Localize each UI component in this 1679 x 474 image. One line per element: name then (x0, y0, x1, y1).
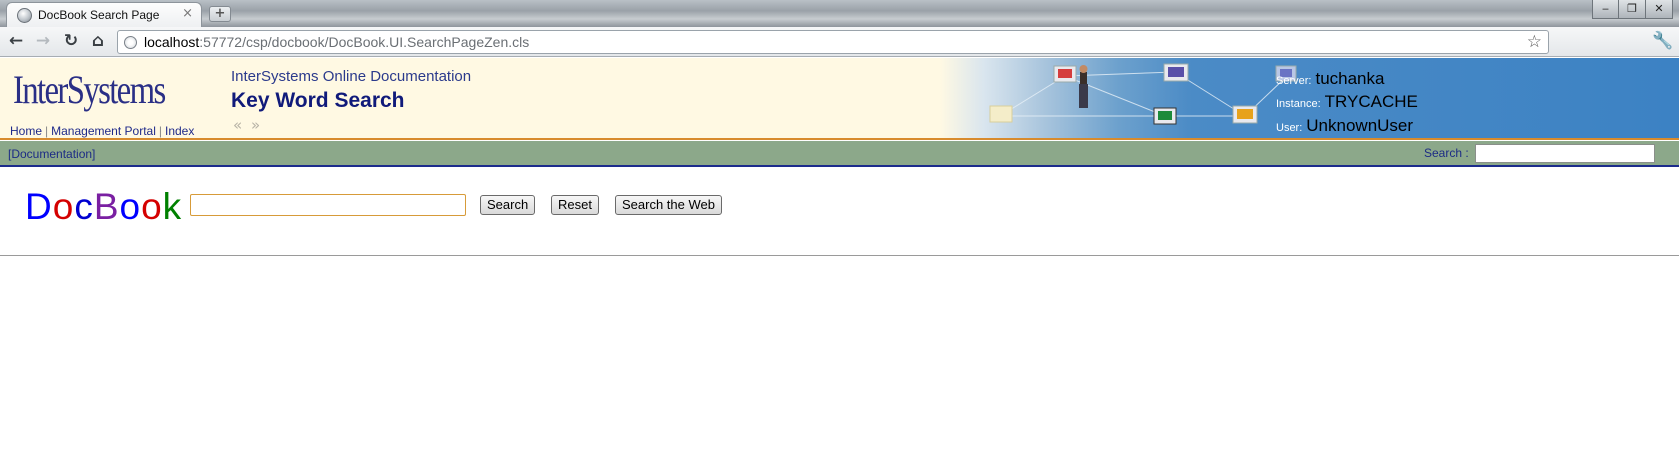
home-button[interactable]: ⌂ (87, 31, 109, 53)
user-info: User: UnknownUser (1276, 116, 1413, 136)
docbook-letter: c (74, 186, 94, 227)
management-portal-link[interactable]: Management Portal (51, 124, 156, 138)
home-link[interactable]: Home (10, 124, 42, 138)
header-links: Home | Management Portal | Index (10, 124, 195, 138)
page-header: InterSystems Home | Management Portal | Inde… (0, 58, 1679, 140)
window-controls: ‒ ❐ ✕ (1592, 0, 1673, 19)
server-label: Server: (1276, 75, 1312, 87)
docbook-letter: k (162, 186, 183, 227)
browser-tab[interactable]: DocBook Search Page × (6, 2, 202, 27)
reset-button[interactable]: Reset (551, 195, 599, 215)
tab-close-icon[interactable]: × (182, 6, 193, 21)
intersystems-logo: InterSystems (13, 67, 166, 112)
quick-search-label: Search : (1424, 146, 1469, 160)
docbook-letter: B (93, 186, 120, 227)
new-tab-button[interactable]: + (209, 6, 231, 22)
locator-bar: [Documentation] Search : (0, 141, 1679, 167)
instance-info: Instance: TRYCACHE (1276, 92, 1418, 112)
server-info: Server: tuchanka (1276, 69, 1384, 89)
docbook-letter: o (52, 186, 75, 227)
user-label: User: (1276, 122, 1303, 134)
bookmark-star-icon[interactable]: ☆ (1527, 32, 1542, 52)
docbook-letter: o (141, 186, 163, 227)
browser-toolbar: ← → ↻ ⌂ localhost:57772/csp/docbook/DocB… (0, 27, 1679, 57)
server-value: tuchanka (1315, 69, 1385, 88)
instance-value: TRYCACHE (1324, 92, 1418, 111)
back-button[interactable]: ← (5, 31, 27, 53)
user-value: UnknownUser (1306, 116, 1414, 135)
quick-search-input[interactable] (1475, 144, 1655, 163)
search-web-button[interactable]: Search the Web (615, 195, 722, 215)
wrench-menu-icon[interactable]: 🔧 (1652, 31, 1673, 51)
index-link[interactable]: Index (165, 124, 194, 138)
browser-titlebar: DocBook Search Page × + ‒ ❐ ✕ (0, 0, 1679, 27)
keyword-search-input[interactable] (190, 194, 466, 216)
address-url[interactable]: localhost:57772/csp/docbook/DocBook.UI.S… (144, 34, 529, 50)
docbook-letter: D (25, 186, 53, 227)
docbook-letter: o (119, 186, 142, 227)
maximize-button[interactable]: ❐ (1619, 0, 1646, 19)
reload-button[interactable]: ↻ (60, 31, 82, 53)
page-title: Key Word Search (231, 89, 405, 112)
search-button[interactable]: Search (480, 195, 536, 215)
tab-title: DocBook Search Page (38, 8, 160, 22)
documentation-link[interactable]: [Documentation] (8, 147, 95, 161)
docbook-logo: DocBook (25, 186, 182, 228)
minimize-button[interactable]: ‒ (1592, 0, 1619, 19)
close-window-button[interactable]: ✕ (1646, 0, 1673, 19)
content-divider (0, 255, 1679, 256)
history-arrows[interactable]: « » (233, 116, 262, 134)
forward-button[interactable]: → (32, 31, 54, 53)
globe-icon (124, 36, 137, 49)
instance-label: Instance: (1276, 98, 1321, 110)
header-subtitle: InterSystems Online Documentation (231, 68, 472, 85)
page-favicon-icon (17, 8, 32, 23)
address-bar[interactable]: localhost:57772/csp/docbook/DocBook.UI.S… (117, 30, 1549, 54)
